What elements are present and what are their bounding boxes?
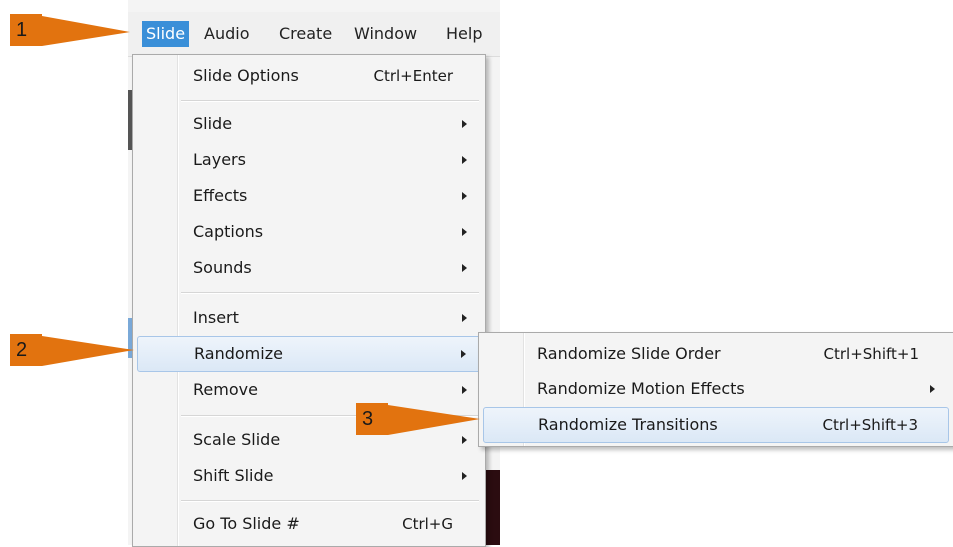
submenu-arrow-icon (462, 314, 467, 322)
submenu-arrow-icon (930, 385, 935, 393)
menu-item-shortcut: Ctrl+Enter (373, 67, 453, 85)
menu-item-slide-options[interactable]: Slide Options Ctrl+Enter (137, 59, 481, 93)
menu-item-shift-slide[interactable]: Shift Slide (137, 459, 481, 493)
menu-item-effects[interactable]: Effects (137, 179, 481, 213)
menu-item-remove[interactable]: Remove (137, 373, 481, 407)
submenu-item-randomize-transitions[interactable]: Randomize Transitions Ctrl+Shift+3 (483, 407, 949, 443)
menu-item-layers[interactable]: Layers (137, 143, 481, 177)
menu-item-label: Captions (193, 222, 264, 241)
menu-item-shortcut: Ctrl+Shift+3 (822, 416, 918, 434)
menu-item-label: Sounds (193, 258, 252, 277)
menu-item-label: Slide (193, 114, 233, 133)
submenu-item-randomize-motion-effects[interactable]: Randomize Motion Effects (483, 372, 949, 406)
menu-item-label: Slide Options (193, 66, 299, 85)
submenu-arrow-icon (461, 350, 466, 358)
menu-item-label: Go To Slide # (193, 514, 300, 533)
submenu-arrow-icon (462, 264, 467, 272)
submenu-item-randomize-slide-order[interactable]: Randomize Slide Order Ctrl+Shift+1 (483, 337, 949, 371)
menu-item-label: Effects (193, 186, 248, 205)
menu-item-captions[interactable]: Captions (137, 215, 481, 249)
menu-item-shortcut: Ctrl+Shift+1 (823, 345, 919, 363)
callout-number: 1 (10, 14, 42, 46)
submenu-arrow-icon (462, 228, 467, 236)
callout-1: 1 (10, 14, 130, 48)
menu-separator (181, 500, 479, 502)
menu-item-label: Randomize Transitions (538, 415, 718, 434)
callout-number: 3 (356, 403, 388, 435)
callout-2: 2 (10, 334, 134, 368)
menu-item-slide[interactable]: Slide (137, 107, 481, 141)
submenu-arrow-icon (462, 156, 467, 164)
callout-number: 2 (10, 334, 42, 366)
menu-item-label: Remove (193, 380, 258, 399)
menu-audio[interactable]: Audio (204, 22, 249, 46)
menu-item-label: Layers (193, 150, 246, 169)
menu-item-shortcut: Ctrl+G (402, 515, 453, 533)
submenu-arrow-icon (462, 192, 467, 200)
menu-item-sounds[interactable]: Sounds (137, 251, 481, 285)
submenu-arrow-icon (462, 386, 467, 394)
menu-item-label: Randomize Slide Order (537, 344, 721, 363)
menu-create[interactable]: Create (279, 22, 332, 46)
menu-bar: Slide Audio Create Window Help (128, 12, 500, 57)
background-preview (484, 470, 500, 545)
menu-item-label: Scale Slide (193, 430, 281, 449)
menu-item-randomize[interactable]: Randomize (137, 336, 481, 372)
slide-dropdown-menu: Slide Options Ctrl+Enter Slide Layers Ef… (132, 54, 486, 547)
submenu-arrow-icon (462, 436, 467, 444)
menu-window[interactable]: Window (354, 22, 417, 46)
callout-3: 3 (356, 403, 480, 437)
menu-item-label: Randomize (194, 344, 283, 363)
menu-slide[interactable]: Slide (142, 21, 190, 47)
menu-separator (181, 100, 479, 102)
submenu-arrow-icon (462, 120, 467, 128)
menu-separator (181, 292, 479, 294)
menu-item-insert[interactable]: Insert (137, 301, 481, 335)
randomize-submenu: Randomize Slide Order Ctrl+Shift+1 Rando… (478, 332, 953, 447)
menu-item-label: Randomize Motion Effects (537, 379, 745, 398)
menu-item-label: Insert (193, 308, 239, 327)
submenu-arrow-icon (462, 472, 467, 480)
menu-help[interactable]: Help (446, 22, 482, 46)
menu-item-go-to-slide[interactable]: Go To Slide # Ctrl+G (137, 507, 481, 541)
menu-item-label: Shift Slide (193, 466, 274, 485)
